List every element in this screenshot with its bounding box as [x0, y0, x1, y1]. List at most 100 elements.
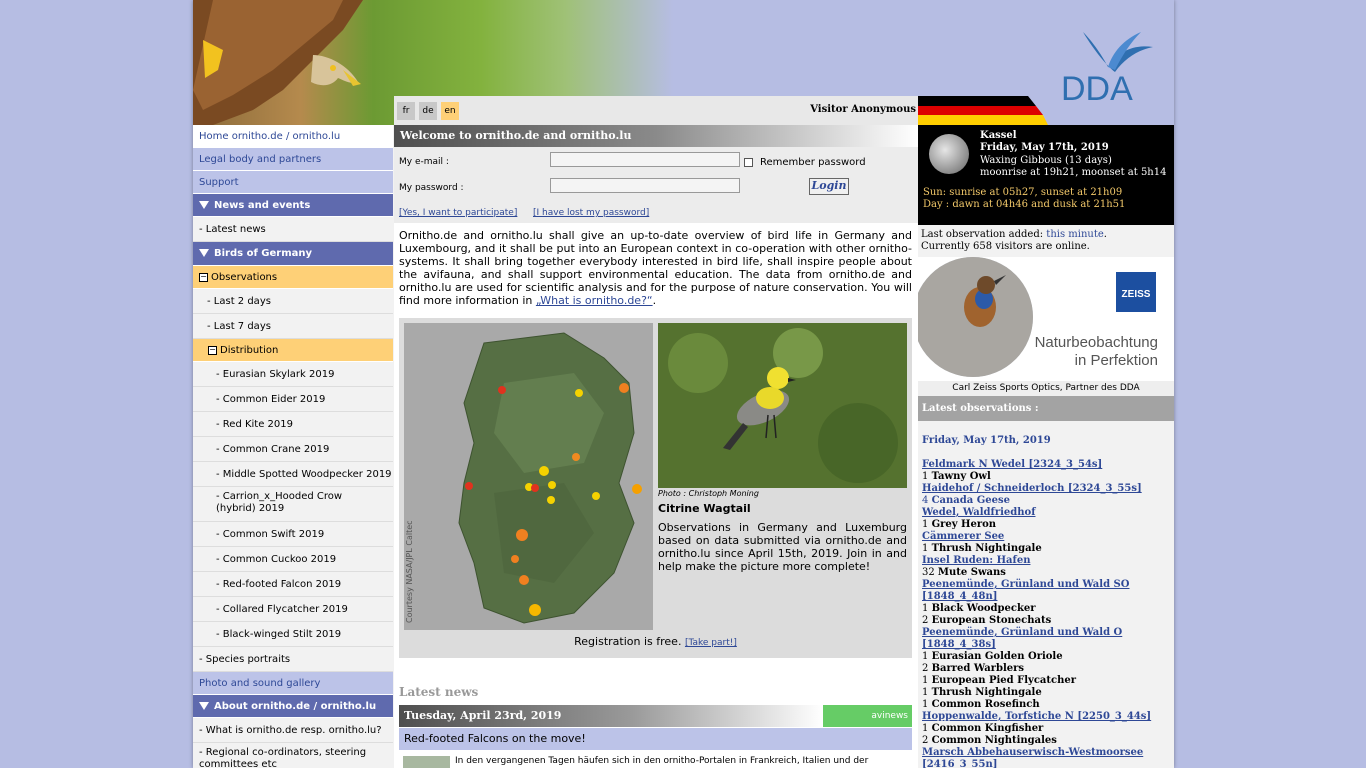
sidebar-item-8[interactable]: - Last 7 days	[193, 314, 393, 339]
lang-en-button[interactable]: en	[441, 102, 459, 120]
sidebar-item-3[interactable]: News and events	[193, 194, 393, 217]
sidebar-item-22[interactable]: Photo and sound gallery	[193, 672, 393, 695]
sidebar-item-label: - What is ornitho.de resp. ornitho.lu?	[199, 725, 382, 736]
sidebar-item-label: About ornitho.de / ornitho.lu	[214, 701, 377, 712]
sidebar-item-15[interactable]: - Carrion_x_Hooded Crow (hybrid) 2019	[193, 487, 393, 522]
sidebar-item-18[interactable]: - Red-footed Falcon 2019	[193, 572, 393, 597]
obs-species: 1 Grey Heron	[922, 519, 1172, 531]
sidebar-item-2[interactable]: Support	[193, 171, 393, 194]
obs-location-link[interactable]: Cämmerer See	[922, 531, 1172, 543]
obs-species: 1 Black Woodpecker	[922, 603, 1172, 615]
map-marker	[529, 604, 541, 616]
obs-count: 2	[922, 663, 929, 674]
astro-city: Kassel	[980, 130, 1017, 141]
obs-location-link[interactable]: Insel Ruden: Hafen	[922, 555, 1172, 567]
obs-count: 4	[922, 495, 929, 506]
sidebar-item-12[interactable]: - Red Kite 2019	[193, 412, 393, 437]
moon-icon	[929, 134, 969, 174]
obs-location-link[interactable]: Marsch Abbehauserwisch-Westmoorsee [2416…	[922, 747, 1172, 768]
lost-password-link[interactable]: [I have lost my password]	[533, 208, 649, 218]
zeiss-ad[interactable]: ZEISS Naturbeobachtung in Perfektion Car…	[918, 257, 1174, 396]
sidebar-item-label: - Red Kite 2019	[216, 419, 294, 430]
obs-species-name: Common Rosefinch	[931, 699, 1040, 710]
login-button[interactable]: Login	[809, 178, 849, 195]
remember-checkbox[interactable]	[744, 158, 753, 167]
svg-text:Courtesy NASA/JPL Caltec: Courtesy NASA/JPL Caltec	[405, 520, 414, 623]
news-thumbnail	[403, 756, 450, 768]
sidebar-item-label: - Regional co-ordinators, steering commi…	[199, 747, 367, 768]
obs-location-link[interactable]: Haidehof / Schneiderloch [2324_3_55s]	[922, 483, 1172, 495]
obs-species-name: Tawny Owl	[931, 471, 991, 482]
sidebar-item-label: Support	[199, 177, 239, 188]
sidebar-item-21[interactable]: - Species portraits	[193, 647, 393, 672]
sidebar-item-11[interactable]: - Common Eider 2019	[193, 387, 393, 412]
obs-species: 32 Mute Swans	[922, 567, 1172, 579]
distribution-map[interactable]: Courtesy NASA/JPL Caltec	[404, 323, 653, 630]
sidebar-item-17[interactable]: - Common Cuckoo 2019	[193, 547, 393, 572]
map-marker	[498, 386, 506, 394]
sidebar-item-24[interactable]: - What is ornitho.de resp. ornitho.lu?	[193, 718, 393, 743]
obs-species-name: Common Nightingales	[931, 735, 1057, 746]
sidebar-item-5[interactable]: Birds of Germany	[193, 242, 393, 266]
obs-location-link[interactable]: Hoppenwalde, Torfstiche N [2250_3_44s]	[922, 711, 1172, 723]
map-marker	[572, 453, 580, 461]
lang-de-button[interactable]: de	[419, 102, 437, 120]
map-marker	[519, 575, 529, 585]
german-flag	[918, 96, 1048, 125]
welcome-title: Welcome to ornitho.de and ornitho.lu	[394, 125, 918, 147]
sidebar-item-14[interactable]: - Middle Spotted Woodpecker 2019	[193, 462, 393, 487]
lang-fr-button[interactable]: fr	[397, 102, 415, 120]
sidebar-item-16[interactable]: - Common Swift 2019	[193, 522, 393, 547]
obs-location-link[interactable]: Wedel, Waldfriedhof	[922, 507, 1172, 519]
obs-count: 2	[922, 735, 929, 746]
sidebar-item-7[interactable]: - Last 2 days	[193, 289, 393, 314]
sidebar-item-label: Home ornitho.de / ornitho.lu	[199, 131, 341, 142]
sidebar-item-label: News and events	[214, 200, 311, 211]
sidebar-item-label: - Eurasian Skylark 2019	[216, 369, 335, 380]
sidebar-item-1[interactable]: Legal body and partners	[193, 148, 393, 171]
map-marker	[575, 389, 583, 397]
collapse-icon[interactable]: −	[199, 272, 208, 282]
collapse-icon[interactable]: −	[208, 345, 217, 355]
photo-credit: Photo : Christoph Moning	[658, 489, 759, 498]
news-headline[interactable]: Red-footed Falcons on the move!	[399, 728, 912, 750]
news-source[interactable]: avinews	[823, 705, 912, 727]
obs-count: 1	[922, 603, 929, 614]
last-obs-link[interactable]: this minute	[1046, 229, 1103, 240]
obs-species[interactable]: 4 Canada Geese	[922, 495, 1172, 507]
sidebar-item-10[interactable]: - Eurasian Skylark 2019	[193, 362, 393, 387]
password-field[interactable]	[550, 178, 740, 193]
page: DDA fr de en Visitor Anonymous Home ornith…	[193, 0, 1174, 768]
obs-location-link[interactable]: Peenemünde, Grünland und Wald O [1848_4_…	[922, 627, 1172, 651]
password-label: My password :	[399, 183, 464, 193]
sidebar-item-13[interactable]: - Common Crane 2019	[193, 437, 393, 462]
obs-species-name: Common Kingfisher	[931, 723, 1044, 734]
day-times: Day : dawn at 04h46 and dusk at 21h51	[923, 199, 1126, 210]
triangle-down-icon	[199, 201, 209, 209]
visitor-label: Visitor Anonymous	[810, 104, 916, 115]
sidebar-item-label: Legal body and partners	[199, 154, 322, 165]
email-field[interactable]	[550, 152, 740, 167]
sidebar-item-6[interactable]: − Observations	[193, 266, 393, 289]
sidebar-item-25[interactable]: - Regional co-ordinators, steering commi…	[193, 743, 393, 768]
obs-species-name: European Pied Flycatcher	[931, 675, 1077, 686]
obs-count: 1	[922, 471, 929, 482]
what-is-link[interactable]: „What is ornitho.de?“	[536, 294, 653, 307]
species-name: Citrine Wagtail	[658, 502, 751, 515]
take-part-link[interactable]: [Take part!]	[685, 638, 737, 648]
obs-location-link[interactable]: Peenemünde, Grünland und Wald SO [1848_4…	[922, 579, 1172, 603]
obs-day: Friday, May 17th, 2019	[922, 435, 1051, 446]
sidebar-item-23[interactable]: About ornitho.de / ornitho.lu	[193, 695, 393, 718]
sidebar-item-19[interactable]: - Collared Flycatcher 2019	[193, 597, 393, 622]
obs-count: 1	[922, 675, 929, 686]
obs-location-link[interactable]: Feldmark N Wedel [2324_3_54s]	[922, 459, 1172, 471]
sidebar-item-0[interactable]: Home ornitho.de / ornitho.lu	[193, 125, 393, 148]
sidebar-item-4[interactable]: - Latest news	[193, 217, 393, 242]
dda-logo[interactable]: DDA	[1053, 22, 1163, 107]
sidebar-item-20[interactable]: - Black-winged Stilt 2019	[193, 622, 393, 647]
registration-line: Registration is free. [Take part!]	[399, 635, 912, 648]
sidebar-item-9[interactable]: − Distribution	[193, 339, 393, 362]
sidebar-item-label: - Last 2 days	[207, 296, 271, 307]
participate-link[interactable]: [Yes, I want to participate]	[399, 208, 517, 218]
obs-species: 1 Common Rosefinch	[922, 699, 1172, 711]
